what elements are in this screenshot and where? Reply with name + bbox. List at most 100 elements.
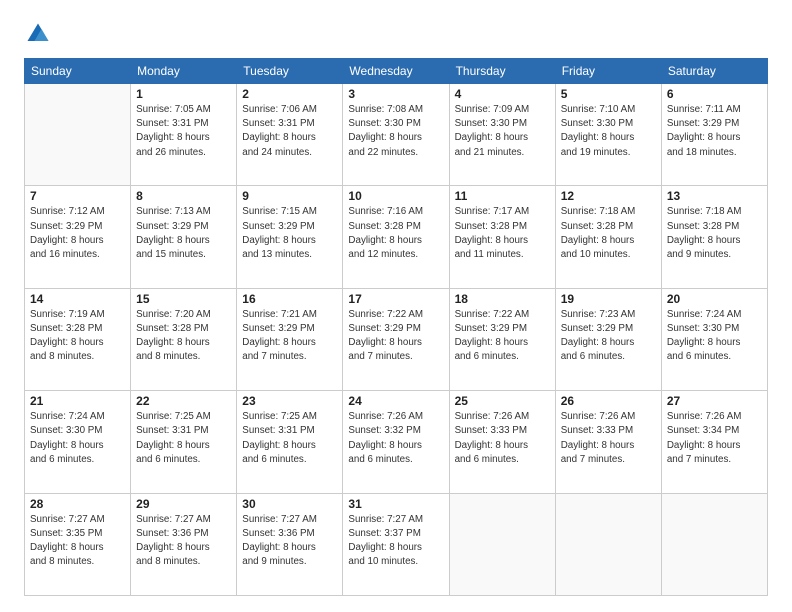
- day-info: Sunrise: 7:25 AMSunset: 3:31 PMDaylight:…: [136, 410, 231, 467]
- day-info: Sunrise: 7:21 AMSunset: 3:29 PMDaylight:…: [242, 308, 337, 365]
- day-info: Sunrise: 7:18 AMSunset: 3:28 PMDaylight:…: [667, 205, 762, 262]
- header: [24, 20, 768, 48]
- day-info: Sunrise: 7:26 AMSunset: 3:33 PMDaylight:…: [455, 410, 550, 467]
- day-number: 18: [455, 292, 550, 306]
- day-info: Sunrise: 7:06 AMSunset: 3:31 PMDaylight:…: [242, 103, 337, 160]
- calendar-cell: 28 Sunrise: 7:27 AMSunset: 3:35 PMDayligh…: [25, 493, 131, 595]
- calendar-cell: 8 Sunrise: 7:13 AMSunset: 3:29 PMDaylight…: [131, 186, 237, 288]
- day-info: Sunrise: 7:08 AMSunset: 3:30 PMDaylight:…: [348, 103, 443, 160]
- day-number: 11: [455, 189, 550, 203]
- day-info: Sunrise: 7:27 AMSunset: 3:36 PMDaylight:…: [242, 513, 337, 570]
- calendar-cell: 18 Sunrise: 7:22 AMSunset: 3:29 PMDayligh…: [449, 288, 555, 390]
- day-info: Sunrise: 7:27 AMSunset: 3:36 PMDaylight:…: [136, 513, 231, 570]
- day-number: 26: [561, 394, 656, 408]
- calendar-cell: 21 Sunrise: 7:24 AMSunset: 3:30 PMDayligh…: [25, 391, 131, 493]
- day-info: Sunrise: 7:11 AMSunset: 3:29 PMDaylight:…: [667, 103, 762, 160]
- day-number: 10: [348, 189, 443, 203]
- day-number: 9: [242, 189, 337, 203]
- day-info: Sunrise: 7:27 AMSunset: 3:37 PMDaylight:…: [348, 513, 443, 570]
- calendar-cell: [555, 493, 661, 595]
- calendar-cell: 9 Sunrise: 7:15 AMSunset: 3:29 PMDaylight…: [237, 186, 343, 288]
- calendar-cell: 4 Sunrise: 7:09 AMSunset: 3:30 PMDaylight…: [449, 84, 555, 186]
- day-number: 31: [348, 497, 443, 511]
- day-info: Sunrise: 7:10 AMSunset: 3:30 PMDaylight:…: [561, 103, 656, 160]
- weekday-header-tuesday: Tuesday: [237, 59, 343, 84]
- day-number: 4: [455, 87, 550, 101]
- day-info: Sunrise: 7:17 AMSunset: 3:28 PMDaylight:…: [455, 205, 550, 262]
- calendar-cell: 10 Sunrise: 7:16 AMSunset: 3:28 PMDayligh…: [343, 186, 449, 288]
- calendar-cell: 13 Sunrise: 7:18 AMSunset: 3:28 PMDayligh…: [661, 186, 767, 288]
- calendar-cell: [661, 493, 767, 595]
- day-number: 23: [242, 394, 337, 408]
- day-info: Sunrise: 7:13 AMSunset: 3:29 PMDaylight:…: [136, 205, 231, 262]
- day-info: Sunrise: 7:25 AMSunset: 3:31 PMDaylight:…: [242, 410, 337, 467]
- day-number: 8: [136, 189, 231, 203]
- week-row-1: 1Sunrise: 7:05 AMSunset: 3:31 PMDaylight…: [25, 84, 768, 186]
- weekday-header-wednesday: Wednesday: [343, 59, 449, 84]
- calendar-cell: 7 Sunrise: 7:12 AMSunset: 3:29 PMDaylight…: [25, 186, 131, 288]
- day-info: Sunrise: 7:18 AMSunset: 3:28 PMDaylight:…: [561, 205, 656, 262]
- calendar-cell: 11 Sunrise: 7:17 AMSunset: 3:28 PMDayligh…: [449, 186, 555, 288]
- day-info: Sunrise: 7:19 AMSunset: 3:28 PMDaylight:…: [30, 308, 125, 365]
- calendar-cell: 19Sunrise: 7:23 AMSunset: 3:29 PMDayligh…: [555, 288, 661, 390]
- calendar-cell: 17Sunrise: 7:22 AMSunset: 3:29 PMDayligh…: [343, 288, 449, 390]
- day-number: 17: [348, 292, 443, 306]
- calendar-cell: 5 Sunrise: 7:10 AMSunset: 3:30 PMDaylight…: [555, 84, 661, 186]
- calendar-cell: 29 Sunrise: 7:27 AMSunset: 3:36 PMDayligh…: [131, 493, 237, 595]
- calendar-cell: 15 Sunrise: 7:20 AMSunset: 3:28 PMDayligh…: [131, 288, 237, 390]
- page: SundayMondayTuesdayWednesdayThursdayFrid…: [0, 0, 792, 612]
- day-number: 20: [667, 292, 762, 306]
- day-number: 6: [667, 87, 762, 101]
- calendar-cell: 20Sunrise: 7:24 AMSunset: 3:30 PMDayligh…: [661, 288, 767, 390]
- calendar-cell: 2Sunrise: 7:06 AMSunset: 3:31 PMDaylight…: [237, 84, 343, 186]
- day-number: 14: [30, 292, 125, 306]
- day-number: 30: [242, 497, 337, 511]
- day-info: Sunrise: 7:27 AMSunset: 3:35 PMDaylight:…: [30, 513, 125, 570]
- day-number: 21: [30, 394, 125, 408]
- day-info: Sunrise: 7:20 AMSunset: 3:28 PMDaylight:…: [136, 308, 231, 365]
- calendar-cell: [449, 493, 555, 595]
- day-info: Sunrise: 7:12 AMSunset: 3:29 PMDaylight:…: [30, 205, 125, 262]
- calendar-cell: 23 Sunrise: 7:25 AMSunset: 3:31 PMDayligh…: [237, 391, 343, 493]
- day-number: 13: [667, 189, 762, 203]
- day-number: 25: [455, 394, 550, 408]
- weekday-header-sunday: Sunday: [25, 59, 131, 84]
- day-number: 7: [30, 189, 125, 203]
- calendar-table: SundayMondayTuesdayWednesdayThursdayFrid…: [24, 58, 768, 596]
- calendar-cell: 27Sunrise: 7:26 AMSunset: 3:34 PMDayligh…: [661, 391, 767, 493]
- calendar-cell: 25 Sunrise: 7:26 AMSunset: 3:33 PMDayligh…: [449, 391, 555, 493]
- day-number: 15: [136, 292, 231, 306]
- weekday-header-friday: Friday: [555, 59, 661, 84]
- weekday-header-thursday: Thursday: [449, 59, 555, 84]
- calendar-cell: 1Sunrise: 7:05 AMSunset: 3:31 PMDaylight…: [131, 84, 237, 186]
- day-number: 19: [561, 292, 656, 306]
- calendar-cell: 3 Sunrise: 7:08 AMSunset: 3:30 PMDaylight…: [343, 84, 449, 186]
- day-number: 3: [348, 87, 443, 101]
- day-number: 28: [30, 497, 125, 511]
- day-info: Sunrise: 7:26 AMSunset: 3:33 PMDaylight:…: [561, 410, 656, 467]
- day-number: 29: [136, 497, 231, 511]
- day-number: 5: [561, 87, 656, 101]
- calendar-cell: 12 Sunrise: 7:18 AMSunset: 3:28 PMDayligh…: [555, 186, 661, 288]
- weekday-header-monday: Monday: [131, 59, 237, 84]
- day-number: 1: [136, 87, 231, 101]
- weekday-header-saturday: Saturday: [661, 59, 767, 84]
- day-number: 12: [561, 189, 656, 203]
- week-row-3: 14 Sunrise: 7:19 AMSunset: 3:28 PMDayligh…: [25, 288, 768, 390]
- day-info: Sunrise: 7:22 AMSunset: 3:29 PMDaylight:…: [455, 308, 550, 365]
- day-info: Sunrise: 7:15 AMSunset: 3:29 PMDaylight:…: [242, 205, 337, 262]
- day-info: Sunrise: 7:16 AMSunset: 3:28 PMDaylight:…: [348, 205, 443, 262]
- day-number: 22: [136, 394, 231, 408]
- calendar-cell: 24Sunrise: 7:26 AMSunset: 3:32 PMDayligh…: [343, 391, 449, 493]
- day-info: Sunrise: 7:24 AMSunset: 3:30 PMDaylight:…: [30, 410, 125, 467]
- day-number: 27: [667, 394, 762, 408]
- day-info: Sunrise: 7:26 AMSunset: 3:32 PMDaylight:…: [348, 410, 443, 467]
- week-row-4: 21 Sunrise: 7:24 AMSunset: 3:30 PMDayligh…: [25, 391, 768, 493]
- day-info: Sunrise: 7:09 AMSunset: 3:30 PMDaylight:…: [455, 103, 550, 160]
- weekday-header-row: SundayMondayTuesdayWednesdayThursdayFrid…: [25, 59, 768, 84]
- day-number: 16: [242, 292, 337, 306]
- calendar-cell: 30 Sunrise: 7:27 AMSunset: 3:36 PMDayligh…: [237, 493, 343, 595]
- logo: [24, 20, 56, 48]
- calendar-cell: [25, 84, 131, 186]
- calendar-cell: 16 Sunrise: 7:21 AMSunset: 3:29 PMDayligh…: [237, 288, 343, 390]
